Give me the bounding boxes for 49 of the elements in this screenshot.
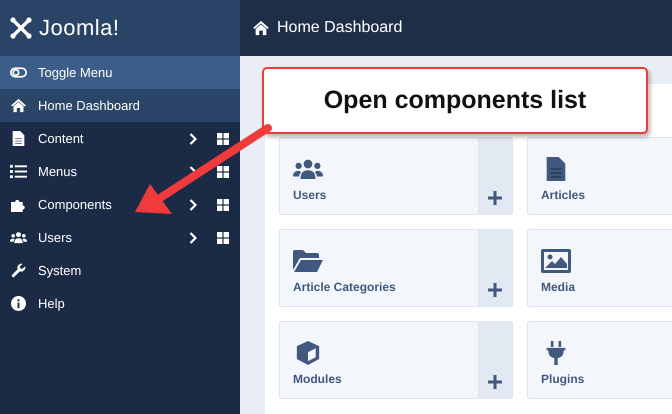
dashboard-icon[interactable]	[217, 232, 229, 244]
card-label: Modules	[293, 372, 343, 386]
home-icon	[252, 20, 270, 36]
sidebar-item[interactable]: Help	[0, 287, 240, 320]
callout-text: Open components list	[324, 86, 586, 115]
sidebar-item[interactable]: System	[0, 254, 240, 287]
list-icon	[10, 164, 27, 179]
sidebar-item[interactable]: Users	[0, 221, 240, 254]
plus-icon	[488, 191, 502, 205]
info-icon	[10, 296, 27, 311]
toggle-icon	[10, 65, 27, 80]
quick-icon-card[interactable]: Articles	[527, 137, 672, 215]
users-icon	[10, 230, 27, 245]
users-icon	[293, 157, 323, 181]
card-label: Article Categories	[293, 280, 397, 294]
wrench-icon	[10, 263, 27, 278]
chevron-icon[interactable]	[189, 198, 197, 210]
folder-icon	[293, 249, 323, 273]
chevron-icon[interactable]	[189, 132, 197, 144]
image-icon	[541, 249, 571, 273]
dashboard-icon[interactable]	[217, 198, 229, 210]
card-label: Users	[293, 188, 328, 202]
quick-icon-card[interactable]: Media	[527, 229, 672, 307]
add-button[interactable]	[478, 230, 512, 306]
sidebar-item[interactable]: Menus	[0, 155, 240, 188]
quick-icon-card[interactable]: Article Categories	[279, 229, 513, 307]
page-title: Home Dashboard	[277, 19, 402, 37]
card-label: Media	[541, 280, 576, 294]
toggle-menu-button[interactable]: Toggle Menu	[0, 56, 240, 89]
plus-icon	[488, 283, 502, 297]
chevron-icon[interactable]	[189, 232, 197, 244]
sidebar-item[interactable]: Components	[0, 188, 240, 221]
logo-text: Joomla!	[39, 15, 120, 41]
card-label: Plugins	[541, 372, 586, 386]
sidebar-item[interactable]: Home Dashboard	[0, 89, 240, 122]
dashboard-icon[interactable]	[217, 166, 229, 178]
quick-icon-card[interactable]: Modules	[279, 321, 513, 399]
plus-icon	[488, 375, 502, 389]
add-button[interactable]	[478, 322, 512, 398]
add-button[interactable]	[478, 138, 512, 214]
quick-icon-card[interactable]: Plugins	[527, 321, 672, 399]
card-label: Articles	[541, 188, 586, 202]
sidebar-item[interactable]: Content	[0, 122, 240, 155]
puzzle-icon	[10, 197, 27, 212]
document-icon	[10, 131, 27, 146]
home-icon	[10, 98, 27, 113]
logo-icon	[9, 16, 33, 40]
dashboard-icon[interactable]	[217, 132, 229, 144]
quick-icon-card[interactable]: Users	[279, 137, 513, 215]
